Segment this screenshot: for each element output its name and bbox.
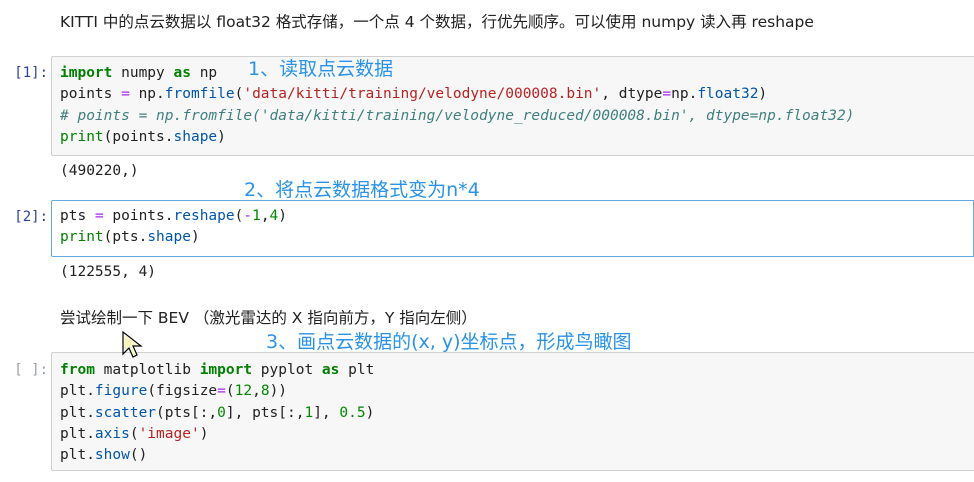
token: 'data/kitti/training/velodyne/000008.bin…: [243, 86, 602, 103]
token: 0.5: [339, 404, 366, 421]
token: -: [243, 208, 253, 224]
mouse-cursor-icon: [121, 330, 145, 364]
token: ): [758, 86, 768, 103]
code-cell-2-source[interactable]: pts = points.reshape(-1,4) print(pts.sha…: [60, 206, 287, 249]
token: points.: [103, 208, 174, 224]
token: (points.: [103, 128, 174, 145]
token: plt.: [60, 425, 95, 442]
token: (pts.: [103, 229, 148, 246]
code-cell-1[interactable]: import numpy as np points = np.fromfile(…: [51, 56, 974, 156]
token: shape: [173, 128, 218, 145]
token: pyplot: [252, 362, 322, 378]
token: shape: [147, 229, 191, 246]
token: plt.: [60, 404, 95, 421]
token: 1: [252, 208, 261, 224]
token: print: [60, 128, 104, 145]
token: =: [217, 383, 226, 400]
token: show: [94, 447, 130, 464]
token: ], pts[:,: [225, 404, 305, 421]
token: np: [190, 65, 218, 81]
token: plt.: [60, 383, 95, 400]
token: (: [225, 383, 235, 400]
token: matplotlib: [94, 362, 200, 378]
token: numpy: [112, 65, 174, 81]
code-cell-1-source[interactable]: import numpy as np points = np.fromfile(…: [60, 63, 854, 148]
token: scatter: [94, 404, 157, 421]
token: print: [60, 229, 104, 246]
token: (figsize: [147, 383, 218, 400]
token: 12: [234, 383, 253, 400]
token: np.: [129, 86, 165, 103]
token: float32: [697, 86, 759, 103]
token: ): [278, 208, 288, 224]
token: =: [121, 86, 130, 103]
kw-as: as: [173, 65, 191, 81]
token: ): [190, 229, 200, 246]
cell-2-output: (122555, 4): [60, 264, 157, 280]
token: (pts[:,: [156, 404, 218, 421]
token: plt.: [60, 447, 95, 464]
code-cell-3-source[interactable]: from matplotlib import pyplot as plt plt…: [60, 360, 374, 466]
markdown-intro: KITTI 中的点云数据以 float32 格式存储，一个点 4 个数据，行优先…: [60, 13, 814, 31]
token: pts: [60, 208, 95, 224]
token: np.: [671, 86, 698, 103]
cell-2-prompt: [2]:: [14, 209, 48, 225]
token: =: [662, 86, 672, 103]
token: , dtype: [601, 86, 663, 103]
token: (: [129, 425, 139, 442]
kw-as: as: [321, 362, 340, 378]
annotation-1: 1、读取点云数据: [248, 58, 394, 80]
token: 4: [269, 208, 279, 224]
kw-from: from: [60, 362, 95, 378]
token: ): [365, 404, 375, 421]
token: points: [60, 86, 122, 103]
token: 8: [260, 383, 270, 400]
kw-import: import: [60, 65, 113, 81]
token: 'image': [138, 425, 200, 442]
token: ): [217, 128, 226, 145]
code-cell-3[interactable]: from matplotlib import pyplot as plt plt…: [51, 352, 974, 471]
token: ,: [252, 383, 261, 400]
token: )): [269, 383, 288, 400]
token: 1: [304, 404, 314, 421]
token: reshape: [173, 208, 235, 224]
token: figure: [94, 383, 148, 400]
code-cell-2[interactable]: pts = points.reshape(-1,4) print(pts.sha…: [51, 200, 974, 257]
cell-1-prompt: [1]:: [14, 65, 48, 81]
token: ],: [313, 404, 340, 421]
token: (): [129, 447, 148, 464]
annotation-3: 3、画点云数据的(x, y)坐标点，形成鸟瞰图: [266, 331, 632, 353]
token: =: [94, 208, 104, 224]
code-comment: # points = np.fromfile('data/kitti/train…: [60, 107, 855, 124]
kw-import: import: [199, 362, 253, 378]
token: ): [199, 425, 209, 442]
cell-1-output: (490220,): [60, 163, 139, 179]
markdown-bev: 尝试绘制一下 BEV （激光雷达的 X 指向前方，Y 指向左侧）: [60, 309, 477, 327]
token: plt: [339, 362, 375, 378]
cell-3-prompt: [ ]:: [14, 362, 48, 378]
token: axis: [94, 425, 130, 442]
token: ,: [260, 208, 270, 224]
token: 0: [217, 404, 226, 421]
annotation-2: 2、将点云数据格式变为n*4: [244, 179, 480, 201]
token: fromfile: [164, 86, 235, 103]
